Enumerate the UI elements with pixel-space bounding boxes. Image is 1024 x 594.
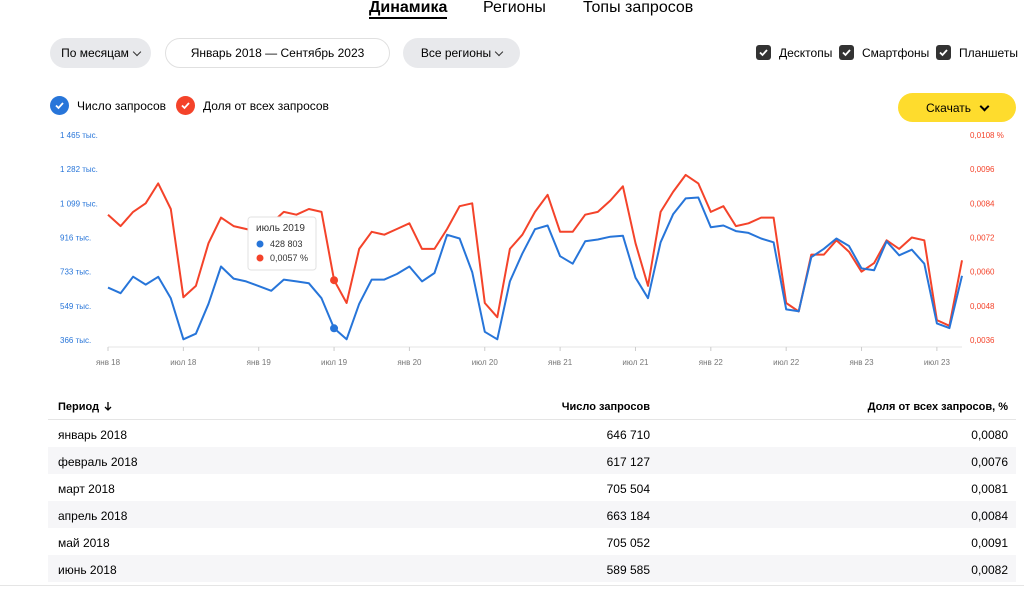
- legend-count-label: Число запросов: [77, 98, 167, 113]
- cell-period: февраль 2018: [58, 455, 138, 469]
- table-row: апрель 2018 663 184 0,0084: [48, 501, 1016, 528]
- x-tick-label: июл 21: [622, 358, 649, 367]
- table-row: июнь 2018 589 585 0,0082: [48, 555, 1016, 582]
- count-series-line: [107, 196, 963, 341]
- chevron-down-icon: [132, 47, 142, 56]
- legend-share-label: Доля от всех запросов: [203, 98, 329, 113]
- cell-period: апрель 2018: [58, 509, 128, 523]
- legend-count-toggle[interactable]: Число запросов: [50, 96, 166, 115]
- tooltip-count-dot: [256, 240, 264, 248]
- x-tick-label: янв 23: [849, 358, 874, 367]
- x-tick-label: янв 21: [548, 358, 573, 367]
- x-tick-label: янв 19: [247, 358, 272, 367]
- legend-share-toggle[interactable]: Доля от всех запросов: [176, 96, 329, 115]
- view-tabs: Динамика Регионы Топы запросов: [0, 0, 1024, 20]
- date-range-label: Январь 2018 — Сентябрь 2023: [190, 46, 365, 60]
- y-right-tick: 0,0072: [970, 234, 995, 243]
- tab-dynamics[interactable]: Динамика: [369, 0, 448, 19]
- cell-period: март 2018: [58, 482, 115, 496]
- table-row: февраль 2018 617 127 0,0076: [48, 447, 1016, 474]
- check-circle-icon: [176, 96, 195, 115]
- cell-period: январь 2018: [58, 428, 127, 442]
- tab-top-queries[interactable]: Топы запросов: [583, 0, 693, 18]
- x-tick-label: июл 20: [472, 358, 499, 367]
- y-right-tick: 0,0060: [970, 268, 995, 277]
- cell-share: 0,0091: [971, 536, 1008, 550]
- tooltip-title: июль 2019: [256, 223, 305, 234]
- tooltip-count-value: 428 803: [270, 239, 303, 249]
- cell-count: 705 504: [606, 482, 650, 496]
- y-right-tick: 0,0096: [970, 165, 995, 174]
- cell-count: 646 710: [606, 428, 650, 442]
- x-tick-label: июл 23: [924, 358, 951, 367]
- tooltip-share-dot: [256, 254, 264, 262]
- check-icon: [756, 45, 771, 60]
- x-tick-label: июл 22: [773, 358, 800, 367]
- y-left-tick: 733 тыс.: [60, 268, 91, 277]
- table-row: март 2018 705 504 0,0081: [48, 474, 1016, 501]
- table-header: Период Число запросов Доля от всех запро…: [48, 392, 1016, 420]
- checkbox-desktops[interactable]: Десктопы: [756, 45, 832, 60]
- table-body: январь 2018 646 710 0,0080 февраль 2018 617 …: [48, 420, 1016, 582]
- download-button-label: Скачать: [926, 100, 971, 115]
- checkbox-desktops-label: Десктопы: [779, 45, 833, 60]
- table-row: май 2018 705 052 0,0091: [48, 528, 1016, 555]
- cell-count: 617 127: [606, 455, 650, 469]
- period-select[interactable]: По месяцам: [50, 38, 151, 68]
- cell-share: 0,0084: [971, 509, 1008, 523]
- x-tick-label: янв 18: [96, 358, 121, 367]
- y-right-tick: 0,0048: [970, 302, 995, 311]
- x-tick-label: янв 22: [699, 358, 724, 367]
- checkbox-tablets-label: Планшеты: [959, 45, 1018, 60]
- chevron-down-icon: [494, 47, 504, 56]
- x-tick-label: июл 19: [321, 358, 348, 367]
- share-hover-point: [330, 276, 339, 285]
- checkbox-smartphones[interactable]: Смартфоны: [839, 45, 929, 60]
- check-icon: [936, 45, 951, 60]
- y-right-tick: 0,0036: [970, 336, 995, 345]
- check-icon: [839, 45, 854, 60]
- cell-share: 0,0076: [971, 455, 1008, 469]
- cell-period: июнь 2018: [58, 563, 117, 577]
- regions-select-label: Все регионы: [420, 46, 492, 60]
- count-hover-point: [330, 324, 339, 333]
- chevron-down-icon: [979, 101, 990, 111]
- column-share[interactable]: Доля от всех запросов, %: [868, 401, 1008, 413]
- cell-count: 589 585: [606, 563, 650, 577]
- checkbox-tablets[interactable]: Планшеты: [936, 45, 1018, 60]
- x-tick-label: янв 20: [397, 358, 422, 367]
- arrow-down-icon: [104, 402, 112, 411]
- y-left-tick: 549 тыс.: [60, 302, 91, 311]
- y-left-tick: 916 тыс.: [60, 234, 91, 243]
- period-select-label: По месяцам: [61, 46, 129, 60]
- y-right-tick: 0,0108 %: [970, 131, 1004, 140]
- y-right-tick: 0,0084: [970, 199, 995, 208]
- y-left-tick: 366 тыс.: [60, 336, 91, 345]
- checkbox-smartphones-label: Смартфоны: [862, 45, 930, 60]
- y-left-tick: 1 099 тыс.: [60, 199, 98, 208]
- cell-share: 0,0082: [971, 563, 1008, 577]
- cell-period: май 2018: [58, 536, 110, 550]
- x-tick-label: июл 18: [170, 358, 197, 367]
- column-period[interactable]: Период: [58, 401, 112, 413]
- share-series-line: [107, 173, 963, 327]
- dynamics-chart[interactable]: 1 465 тыс. 1 282 тыс. 1 099 тыс. 916 тыс. 73…: [0, 125, 1024, 375]
- table-row: январь 2018 646 710 0,0080: [48, 420, 1016, 447]
- check-circle-icon: [50, 96, 69, 115]
- y-left-tick: 1 465 тыс.: [60, 131, 98, 140]
- tooltip-share-value: 0,0057 %: [270, 253, 308, 263]
- column-period-label: Период: [58, 401, 100, 413]
- cell-count: 705 052: [606, 536, 650, 550]
- download-button[interactable]: Скачать: [898, 93, 1016, 122]
- date-range-picker[interactable]: Январь 2018 — Сентябрь 2023: [165, 38, 390, 68]
- cell-share: 0,0081: [971, 482, 1008, 496]
- cell-count: 663 184: [606, 509, 650, 523]
- data-table: Период Число запросов Доля от всех запро…: [48, 392, 1016, 582]
- tab-regions[interactable]: Регионы: [483, 0, 546, 18]
- regions-select[interactable]: Все регионы: [403, 38, 520, 68]
- divider: [0, 585, 1024, 586]
- y-left-tick: 1 282 тыс.: [60, 165, 98, 174]
- cell-share: 0,0080: [971, 428, 1008, 442]
- column-count[interactable]: Число запросов: [562, 401, 650, 413]
